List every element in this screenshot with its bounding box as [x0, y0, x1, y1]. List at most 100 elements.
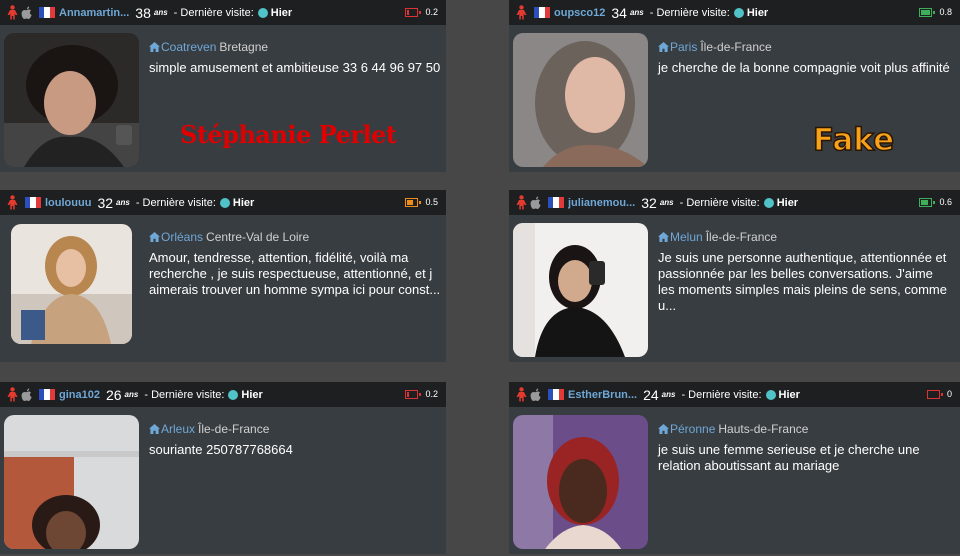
username-link[interactable]: gina102	[59, 389, 100, 401]
last-visit-label: - Dernière visite:	[173, 6, 254, 19]
home-icon	[658, 41, 669, 51]
last-visit-value: Hier	[232, 196, 255, 209]
city-link[interactable]: Melun	[670, 230, 703, 244]
location: Coatreven Bretagne	[149, 40, 268, 54]
female-icon	[515, 387, 528, 402]
profile-header: oupsco12 34 ans - Dernière visite: Hier 0…	[509, 0, 960, 25]
home-icon	[658, 231, 669, 241]
home-icon	[149, 423, 160, 433]
city-link[interactable]: Coatreven	[161, 40, 216, 54]
age: 24	[643, 386, 659, 403]
watermark-text: Stéphanie Perlet	[180, 120, 397, 149]
online-dot-icon	[257, 7, 268, 18]
battery-indicator: 0.2	[405, 389, 438, 399]
username-link[interactable]: oupsco12	[554, 7, 605, 19]
france-flag-icon	[548, 389, 564, 400]
profile-card[interactable]: Annamartin... 38 ans - Dernière visite: H…	[0, 0, 446, 172]
apple-icon	[530, 388, 542, 402]
location: Orléans Centre-Val de Loire	[149, 230, 309, 244]
profile-photo[interactable]	[11, 224, 132, 344]
profile-card[interactable]: EstherBrun... 24 ans - Dernière visite: H…	[509, 382, 960, 554]
username-link[interactable]: Annamartin...	[59, 7, 129, 19]
battery-icon	[405, 197, 419, 207]
city-link[interactable]: Péronne	[670, 422, 715, 436]
location: Paris Île-de-France	[658, 40, 772, 54]
age-unit: ans	[659, 198, 674, 207]
username-link[interactable]: julianemou...	[568, 197, 635, 209]
region: Bretagne	[219, 40, 269, 54]
profile-photo[interactable]	[513, 223, 648, 357]
profile-header: EstherBrun... 24 ans - Dernière visite: H…	[509, 382, 960, 407]
region: Île-de-France	[700, 40, 772, 54]
profile-card[interactable]: julianemou... 32 ans - Dernière visite: H…	[509, 190, 960, 362]
france-flag-icon	[548, 197, 564, 208]
battery-value: 0.2	[425, 389, 438, 399]
profile-card[interactable]: gina102 26 ans - Dernière visite: Hier 0.…	[0, 382, 446, 554]
last-visit-value: Hier	[776, 196, 799, 209]
battery-icon	[405, 7, 419, 17]
last-visit-label: - Dernière visite:	[679, 196, 760, 209]
battery-icon	[919, 197, 933, 207]
location: Melun Île-de-France	[658, 230, 777, 244]
battery-indicator: 0.5	[405, 197, 438, 207]
username-link[interactable]: loulouuu	[45, 197, 91, 209]
city-link[interactable]: Paris	[670, 40, 697, 54]
last-visit-value: Hier	[241, 388, 263, 401]
online-dot-icon	[763, 197, 774, 208]
last-visit-value: Hier	[778, 388, 800, 401]
online-dot-icon	[765, 389, 776, 400]
region: Centre-Val de Loire	[206, 230, 310, 244]
battery-value: 0.5	[425, 197, 438, 207]
age: 32	[97, 194, 114, 211]
profile-description: je suis une femme serieuse et je cherche…	[658, 442, 920, 473]
profile-photo[interactable]	[4, 415, 139, 549]
battery-icon	[926, 389, 940, 399]
profile-photo[interactable]	[513, 415, 648, 549]
female-icon	[515, 195, 528, 210]
battery-value: 0	[946, 389, 952, 399]
france-flag-icon	[25, 197, 41, 208]
last-visit-value: Hier	[746, 6, 769, 19]
last-visit-label: - Dernière visite:	[144, 388, 225, 401]
location: Arleux Île-de-France	[149, 422, 269, 436]
battery-value: 0.2	[425, 7, 438, 17]
france-flag-icon	[39, 7, 55, 18]
watermark-text: Fake	[812, 121, 895, 159]
online-dot-icon	[228, 389, 239, 400]
apple-icon	[21, 388, 33, 402]
profile-header: julianemou... 32 ans - Dernière visite: H…	[509, 190, 960, 215]
profile-card[interactable]: oupsco12 34 ans - Dernière visite: Hier 0…	[509, 0, 960, 172]
username-link[interactable]: EstherBrun...	[568, 389, 637, 401]
last-visit-label: - Dernière visite:	[649, 6, 730, 19]
battery-icon	[405, 389, 419, 399]
profile-header: Annamartin... 38 ans - Dernière visite: H…	[0, 0, 446, 25]
apple-icon	[530, 196, 542, 210]
profile-header: gina102 26 ans - Dernière visite: Hier 0.…	[0, 382, 446, 407]
age: 34	[611, 4, 627, 21]
profile-card[interactable]: loulouuu 32 ans - Dernière visite: Hier 0…	[0, 190, 446, 362]
female-icon	[515, 5, 528, 20]
location: Péronne Hauts-de-France	[658, 422, 808, 436]
battery-indicator: 0.2	[405, 7, 438, 17]
battery-indicator: 0.8	[919, 7, 952, 17]
female-icon	[6, 387, 19, 402]
home-icon	[658, 423, 669, 433]
france-flag-icon	[534, 7, 550, 18]
profile-photo[interactable]	[513, 33, 648, 167]
online-dot-icon	[219, 197, 230, 208]
last-visit-label: - Dernière visite:	[135, 196, 216, 209]
profile-description: simple amusement et ambitieuse 33 6 44 9…	[149, 60, 441, 75]
battery-indicator: 0	[926, 389, 952, 399]
city-link[interactable]: Orléans	[161, 230, 203, 244]
region: Île-de-France	[705, 230, 778, 244]
female-icon	[6, 195, 19, 210]
age-unit: ans	[153, 8, 168, 17]
last-visit-label: - Dernière visite:	[681, 388, 762, 401]
profile-photo[interactable]	[4, 33, 139, 167]
age: 26	[105, 386, 122, 403]
city-link[interactable]: Arleux	[161, 422, 195, 436]
battery-indicator: 0.6	[919, 197, 952, 207]
home-icon	[149, 41, 160, 51]
region: Hauts-de-France	[718, 422, 809, 436]
profile-description: je cherche de la bonne compagnie voit pl…	[658, 60, 950, 75]
